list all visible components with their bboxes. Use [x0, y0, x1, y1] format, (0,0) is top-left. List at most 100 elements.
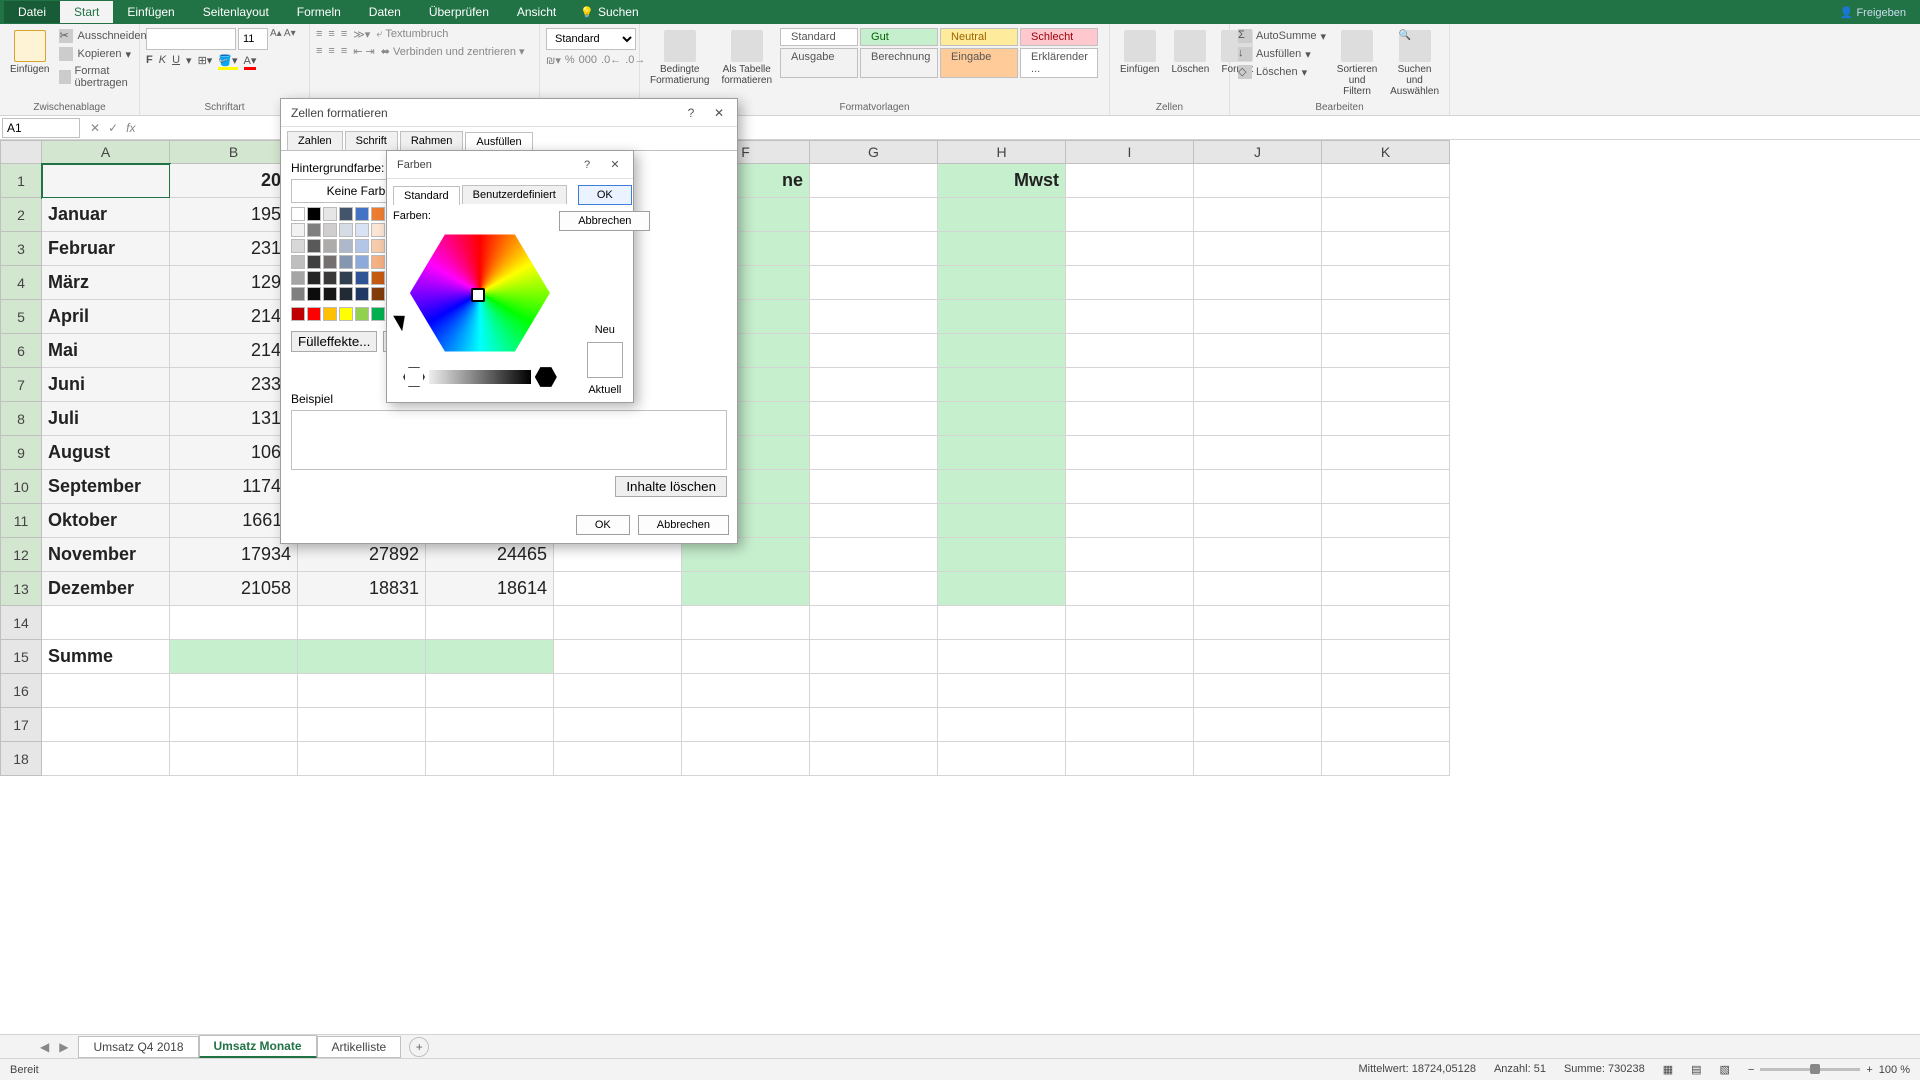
tab-data[interactable]: Daten: [355, 1, 415, 23]
cell[interactable]: [810, 164, 938, 198]
cell[interactable]: [810, 606, 938, 640]
cell[interactable]: [810, 198, 938, 232]
dialog-tab-schrift[interactable]: Schrift: [345, 131, 398, 150]
cell[interactable]: 17934: [170, 538, 298, 572]
cell[interactable]: 2333: [170, 368, 298, 402]
fx-icon[interactable]: fx: [126, 121, 135, 135]
cell[interactable]: 16611: [170, 504, 298, 538]
cell[interactable]: [810, 266, 938, 300]
cell[interactable]: [1194, 266, 1322, 300]
cell[interactable]: Mai: [42, 334, 170, 368]
row-header[interactable]: 14: [0, 606, 42, 640]
fill-color-button[interactable]: 🪣▾: [218, 54, 237, 70]
clear-contents-button[interactable]: Inhalte löschen: [615, 476, 727, 497]
cell[interactable]: [1066, 538, 1194, 572]
autosum-button[interactable]: ΣAutoSumme ▾: [1236, 28, 1328, 44]
cell[interactable]: [1322, 572, 1450, 606]
cell[interactable]: [1322, 538, 1450, 572]
dialog-tab-zahlen[interactable]: Zahlen: [287, 131, 343, 150]
cut-button[interactable]: ✂Ausschneiden: [57, 28, 148, 44]
cell[interactable]: [1194, 742, 1322, 776]
tab-review[interactable]: Überprüfen: [415, 1, 503, 23]
cell[interactable]: [170, 606, 298, 640]
row-header[interactable]: 5: [0, 300, 42, 334]
column-header[interactable]: A: [42, 140, 170, 164]
cell[interactable]: [1066, 470, 1194, 504]
cell[interactable]: [1322, 164, 1450, 198]
insert-cells-button[interactable]: Einfügen: [1116, 28, 1163, 77]
conditional-formatting-button[interactable]: Bedingte Formatierung: [646, 28, 713, 88]
help-icon[interactable]: ?: [575, 155, 599, 175]
cell[interactable]: 11745: [170, 470, 298, 504]
name-box[interactable]: [2, 118, 80, 138]
format-ok-button[interactable]: OK: [576, 515, 630, 535]
underline-button[interactable]: U: [172, 54, 180, 70]
cell[interactable]: [1322, 402, 1450, 436]
paste-button[interactable]: Einfügen: [6, 28, 53, 77]
column-header[interactable]: H: [938, 140, 1066, 164]
white-hex[interactable]: [403, 366, 425, 388]
cancel-formula-icon[interactable]: ✕: [90, 121, 100, 135]
cell[interactable]: [1066, 402, 1194, 436]
cell[interactable]: 1957: [170, 198, 298, 232]
colors-tab-custom[interactable]: Benutzerdefiniert: [462, 185, 567, 204]
cell[interactable]: 2145: [170, 300, 298, 334]
row-header[interactable]: 9: [0, 436, 42, 470]
cell[interactable]: [1066, 504, 1194, 538]
cell[interactable]: [1066, 164, 1194, 198]
cell[interactable]: [42, 742, 170, 776]
border-button[interactable]: ⊞▾: [198, 54, 213, 70]
colors-cancel-button[interactable]: Abbrechen: [559, 211, 650, 231]
zoom-slider[interactable]: −+100 %: [1748, 1063, 1910, 1076]
close-icon[interactable]: ✕: [603, 155, 627, 175]
merge-button[interactable]: ⬌ Verbinden und zentrieren ▾: [381, 45, 525, 58]
cell[interactable]: [42, 606, 170, 640]
cell[interactable]: [1194, 708, 1322, 742]
cell[interactable]: [938, 504, 1066, 538]
cell[interactable]: [1194, 436, 1322, 470]
cell[interactable]: [1322, 300, 1450, 334]
cell[interactable]: [810, 300, 938, 334]
cell[interactable]: [810, 402, 938, 436]
cell[interactable]: [938, 232, 1066, 266]
cell[interactable]: [298, 674, 426, 708]
cell[interactable]: [1066, 368, 1194, 402]
cell[interactable]: [426, 742, 554, 776]
align-center[interactable]: ≡: [328, 45, 334, 58]
close-icon[interactable]: ✕: [707, 103, 731, 123]
cell[interactable]: [1194, 368, 1322, 402]
sheet-tab[interactable]: Artikelliste: [317, 1036, 402, 1058]
cell[interactable]: [1194, 606, 1322, 640]
cell[interactable]: [1194, 504, 1322, 538]
cell[interactable]: [810, 368, 938, 402]
select-all-corner[interactable]: [0, 140, 42, 164]
cell[interactable]: [938, 198, 1066, 232]
row-header[interactable]: 1: [0, 164, 42, 198]
cell[interactable]: [810, 232, 938, 266]
cell[interactable]: [1066, 300, 1194, 334]
row-header[interactable]: 13: [0, 572, 42, 606]
sort-filter-button[interactable]: Sortieren und Filtern: [1332, 28, 1382, 99]
cell[interactable]: Februar: [42, 232, 170, 266]
black-hex[interactable]: [535, 366, 557, 388]
cell[interactable]: [1066, 436, 1194, 470]
cell[interactable]: [938, 334, 1066, 368]
sheet-tab[interactable]: Umsatz Monate: [199, 1035, 317, 1058]
cell[interactable]: November: [42, 538, 170, 572]
cell[interactable]: [1322, 640, 1450, 674]
cell[interactable]: [1322, 232, 1450, 266]
help-icon[interactable]: ?: [679, 103, 703, 123]
align-top[interactable]: ≡: [316, 28, 322, 41]
cell[interactable]: [1066, 232, 1194, 266]
dialog-tab-rahmen[interactable]: Rahmen: [400, 131, 464, 150]
cell[interactable]: [1194, 470, 1322, 504]
cell[interactable]: [426, 640, 554, 674]
row-header[interactable]: 16: [0, 674, 42, 708]
cell[interactable]: Oktober: [42, 504, 170, 538]
format-painter-button[interactable]: Format übertragen: [57, 64, 148, 90]
align-right[interactable]: ≡: [341, 45, 347, 58]
align-bot[interactable]: ≡: [341, 28, 347, 41]
cell[interactable]: [938, 572, 1066, 606]
cell[interactable]: [810, 674, 938, 708]
cell[interactable]: [1066, 606, 1194, 640]
